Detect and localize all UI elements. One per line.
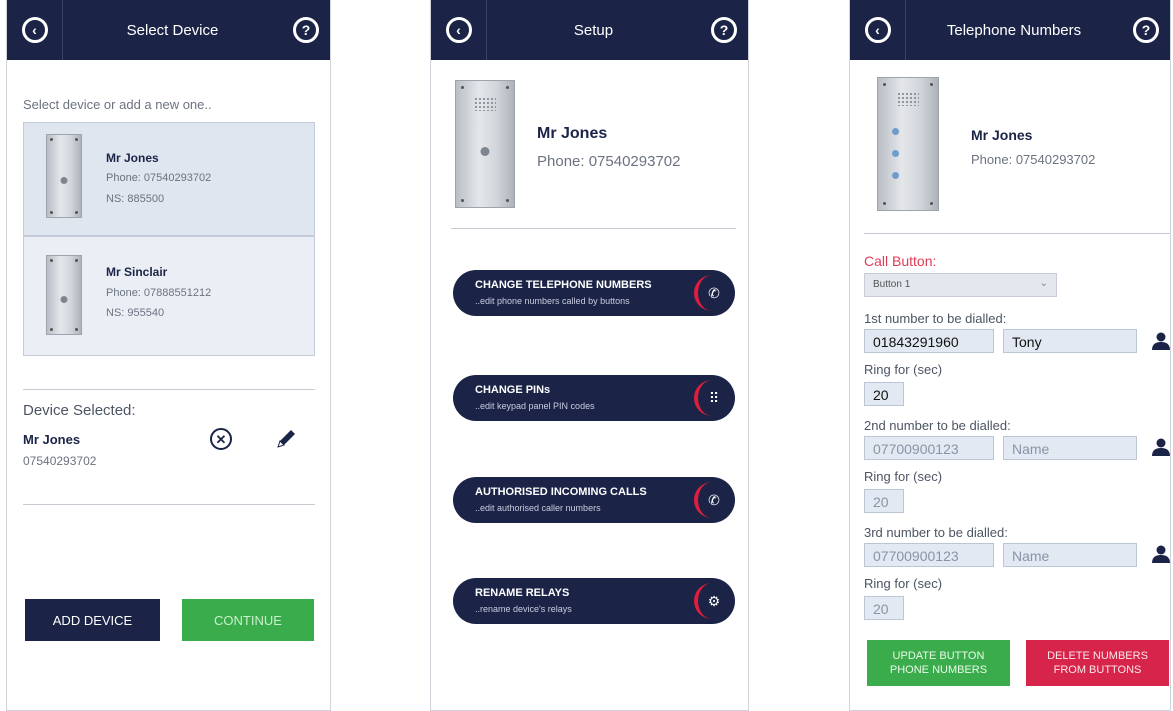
ring-label: Ring for (sec) bbox=[864, 469, 943, 484]
ring-field[interactable]: 20 bbox=[864, 489, 904, 513]
header-bar: ‹ Telephone Numbers ? bbox=[850, 0, 1170, 60]
setup-screen: ‹ Setup ? Mr Jones Phone: 07540293702 CH… bbox=[430, 0, 749, 711]
device-phone: Phone: 07540293702 bbox=[106, 172, 212, 184]
intercom-thumbnail bbox=[46, 255, 82, 335]
divider bbox=[23, 389, 315, 390]
device-list-item-selected[interactable]: Mr Jones Phone: 07540293702 NS: 885500 bbox=[23, 122, 315, 236]
help-icon: ? bbox=[1133, 17, 1159, 43]
device-name: Mr Jones bbox=[537, 125, 608, 142]
continue-button[interactable]: CONTINUE bbox=[182, 599, 314, 641]
help-icon: ? bbox=[293, 17, 319, 43]
back-arrow-icon: ‹ bbox=[21, 17, 48, 43]
number-label: 1st number to be dialled: bbox=[864, 311, 1007, 326]
help-button[interactable]: ? bbox=[292, 16, 320, 44]
menu-authorised-incoming-calls[interactable]: AUTHORISED INCOMING CALLS ..edit authori… bbox=[453, 477, 735, 523]
button-label-line: UPDATE BUTTON bbox=[892, 649, 985, 662]
menu-subtitle: ..edit phone numbers called by buttons bbox=[475, 296, 630, 306]
menu-change-telephone-numbers[interactable]: CHANGE TELEPHONE NUMBERS ..edit phone nu… bbox=[453, 270, 735, 316]
button-label-line: DELETE NUMBERS bbox=[1047, 649, 1148, 662]
device-name: Mr Jones bbox=[106, 151, 159, 165]
phone-forward-icon: ✆ bbox=[694, 275, 730, 311]
number-field[interactable]: 07700900123 bbox=[864, 543, 994, 567]
name-field[interactable]: Name bbox=[1003, 543, 1137, 567]
intercom-image bbox=[877, 77, 939, 211]
remove-device-icon[interactable]: ✕ bbox=[210, 428, 232, 450]
chevron-down-icon: ⌄ bbox=[1039, 278, 1048, 289]
select-prompt: Select device or add a new one.. bbox=[23, 97, 212, 112]
ring-field[interactable]: 20 bbox=[864, 596, 904, 620]
number-label: 3rd number to be dialled: bbox=[864, 525, 1008, 540]
selected-device-name: Mr Jones bbox=[23, 432, 81, 447]
phone-incoming-icon: ✆ bbox=[694, 482, 730, 518]
ring-label: Ring for (sec) bbox=[864, 576, 943, 591]
page-title: Setup bbox=[573, 21, 614, 39]
header-bar: ‹ Setup ? bbox=[431, 0, 748, 60]
back-arrow-icon: ‹ bbox=[445, 17, 472, 43]
name-field[interactable]: Name bbox=[1003, 436, 1137, 460]
name-field[interactable]: Tony bbox=[1003, 329, 1137, 353]
selected-device-phone: 07540293702 bbox=[23, 454, 97, 468]
number-label: 2nd number to be dialled: bbox=[864, 418, 1011, 433]
update-button-phone-numbers-button[interactable]: UPDATE BUTTON PHONE NUMBERS bbox=[867, 640, 1010, 686]
relay-icon: ⚙ bbox=[694, 583, 730, 619]
button-label-line: FROM BUTTONS bbox=[1053, 664, 1142, 676]
menu-rename-relays[interactable]: RENAME RELAYS ..rename device's relays ⚙ bbox=[453, 578, 735, 624]
delete-numbers-button[interactable]: DELETE NUMBERS FROM BUTTONS bbox=[1026, 640, 1169, 686]
device-name: Mr Sinclair bbox=[106, 265, 168, 279]
device-phone: Phone: 07888551212 bbox=[106, 287, 212, 299]
back-arrow-icon: ‹ bbox=[864, 17, 891, 43]
device-phone: Phone: 07540293702 bbox=[971, 152, 1096, 167]
page-title: Telephone Numbers bbox=[946, 21, 1082, 39]
ring-label: Ring for (sec) bbox=[864, 362, 943, 377]
button-label-line: PHONE NUMBERS bbox=[889, 664, 988, 676]
divider bbox=[451, 228, 736, 229]
select-device-screen: ‹ Select Device ? Select device or add a… bbox=[6, 0, 331, 711]
contact-picker-icon[interactable] bbox=[1151, 437, 1171, 457]
keypad-icon: ⠿ bbox=[694, 380, 730, 416]
device-list-item[interactable]: Mr Sinclair Phone: 07888551212 NS: 95554… bbox=[23, 236, 315, 356]
menu-subtitle: ..edit authorised caller numbers bbox=[475, 503, 601, 513]
menu-title: RENAME RELAYS bbox=[475, 587, 570, 599]
help-icon: ? bbox=[711, 17, 737, 43]
menu-title: AUTHORISED INCOMING CALLS bbox=[475, 486, 647, 498]
page-title: Select Device bbox=[126, 21, 219, 39]
call-button-label: Call Button: bbox=[864, 253, 937, 269]
ring-field[interactable]: 20 bbox=[864, 382, 904, 406]
device-name: Mr Jones bbox=[971, 127, 1033, 143]
back-button[interactable]: ‹ bbox=[7, 0, 63, 60]
menu-change-pins[interactable]: CHANGE PINs ..edit keypad panel PIN code… bbox=[453, 375, 735, 421]
help-button[interactable]: ? bbox=[1132, 16, 1160, 44]
device-ns: NS: 955540 bbox=[106, 307, 165, 319]
menu-subtitle: ..rename device's relays bbox=[475, 604, 572, 614]
help-button[interactable]: ? bbox=[710, 16, 738, 44]
menu-title: CHANGE TELEPHONE NUMBERS bbox=[475, 279, 652, 291]
intercom-thumbnail bbox=[46, 134, 82, 218]
intercom-image bbox=[455, 80, 515, 208]
select-value: Button 1 bbox=[873, 279, 911, 290]
back-button[interactable]: ‹ bbox=[431, 0, 487, 60]
back-button[interactable]: ‹ bbox=[850, 0, 906, 60]
header-bar: ‹ Select Device ? bbox=[7, 0, 330, 60]
divider bbox=[23, 504, 315, 505]
telephone-numbers-screen: ‹ Telephone Numbers ? Mr Jones Phone: 07… bbox=[849, 0, 1171, 711]
contact-picker-icon[interactable] bbox=[1151, 331, 1171, 351]
call-button-select[interactable]: Button 1 ⌄ bbox=[864, 273, 1057, 297]
menu-subtitle: ..edit keypad panel PIN codes bbox=[475, 401, 595, 411]
number-field[interactable]: 01843291960 bbox=[864, 329, 994, 353]
number-field[interactable]: 07700900123 bbox=[864, 436, 994, 460]
add-device-button[interactable]: ADD DEVICE bbox=[25, 599, 160, 641]
contact-picker-icon[interactable] bbox=[1151, 544, 1171, 564]
edit-pencil-icon[interactable] bbox=[273, 426, 299, 452]
device-ns: NS: 885500 bbox=[106, 193, 165, 205]
divider bbox=[864, 233, 1170, 234]
device-selected-label: Device Selected: bbox=[23, 402, 136, 419]
menu-title: CHANGE PINs bbox=[475, 384, 551, 396]
device-phone: Phone: 07540293702 bbox=[537, 153, 681, 170]
